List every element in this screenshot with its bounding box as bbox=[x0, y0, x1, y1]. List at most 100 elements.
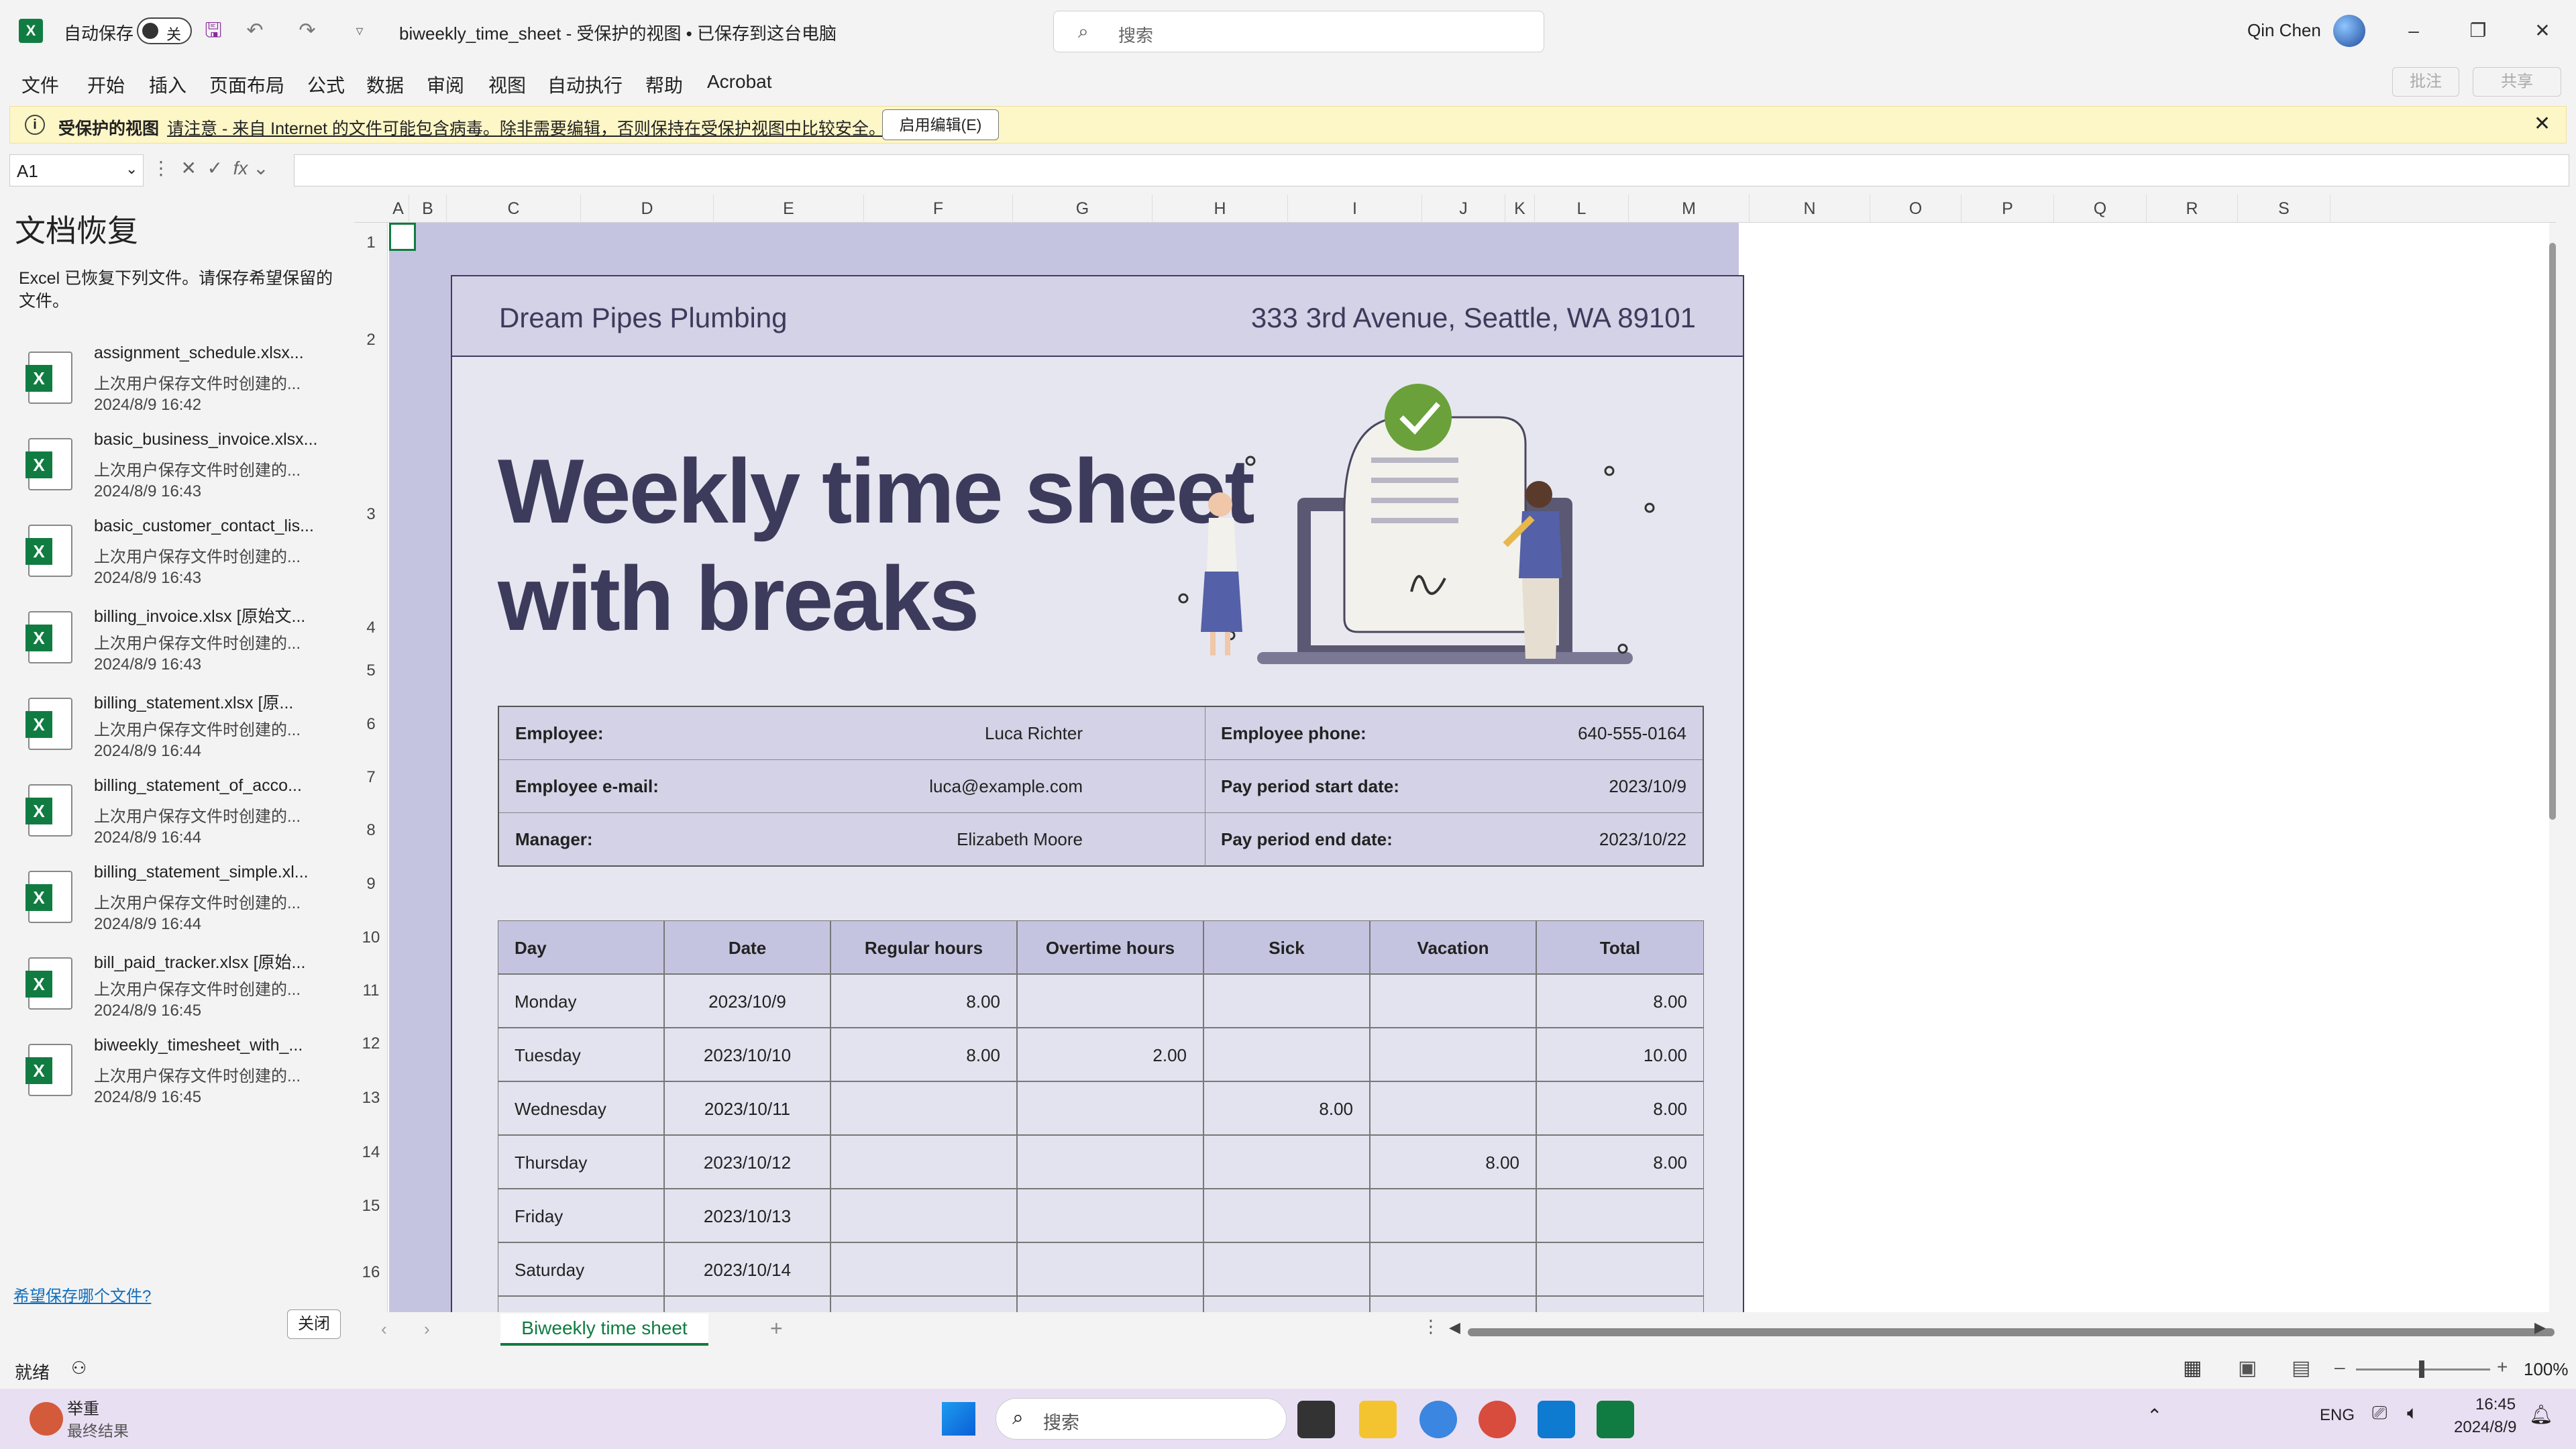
table-cell[interactable]: 2.00 bbox=[1017, 1028, 1203, 1081]
column-header[interactable]: D bbox=[581, 195, 714, 223]
column-header[interactable]: H bbox=[1152, 195, 1288, 223]
autosave-toggle[interactable]: 关 bbox=[137, 17, 192, 44]
table-cell[interactable]: 8.00 bbox=[1536, 974, 1704, 1028]
column-header[interactable]: Q bbox=[2054, 195, 2147, 223]
row-header[interactable]: 1 bbox=[354, 223, 388, 263]
volume-icon[interactable]: 🔈︎ bbox=[2407, 1402, 2418, 1424]
table-cell[interactable] bbox=[1203, 1242, 1370, 1296]
recovery-file-item[interactable]: Xbasic_customer_contact_lis... 上次用户保存文件时创… bbox=[0, 515, 354, 601]
table-cell[interactable] bbox=[1370, 974, 1536, 1028]
table-cell[interactable]: 8.00 bbox=[830, 974, 1017, 1028]
scrollbar-thumb[interactable] bbox=[2549, 243, 2556, 820]
task-view-icon[interactable] bbox=[1297, 1401, 1335, 1438]
chrome-profile-icon[interactable] bbox=[1479, 1401, 1516, 1438]
recovery-file-item[interactable]: Xbill_paid_tracker.xlsx [原始... 上次用户保存文件时创… bbox=[0, 948, 354, 1034]
tab-insert[interactable]: 插入 bbox=[149, 71, 186, 98]
clock-time[interactable]: 16:45 bbox=[2475, 1395, 2516, 1414]
more-options-icon[interactable]: ⋮ bbox=[1422, 1316, 1440, 1337]
row-header[interactable]: 5 bbox=[354, 644, 388, 698]
zoom-slider-handle[interactable] bbox=[2419, 1360, 2424, 1378]
table-cell[interactable]: Thursday bbox=[498, 1135, 664, 1189]
row-header[interactable]: 10 bbox=[354, 911, 388, 965]
close-icon[interactable]: ✕ bbox=[2534, 112, 2551, 136]
scroll-right-icon[interactable]: ▶ bbox=[2534, 1319, 2546, 1336]
enable-editing-button[interactable]: 启用编辑(E) bbox=[882, 109, 999, 140]
tray-overflow-icon[interactable]: ⌃ bbox=[2147, 1405, 2162, 1427]
row-header[interactable]: 15 bbox=[354, 1179, 388, 1233]
table-cell[interactable]: 2023/10/15 bbox=[664, 1296, 830, 1312]
table-cell[interactable]: 2023/10/10 bbox=[664, 1028, 830, 1081]
column-header[interactable]: B bbox=[409, 195, 447, 223]
row-header[interactable]: 2 bbox=[354, 263, 388, 417]
table-cell[interactable]: 8.00 bbox=[1536, 1081, 1704, 1135]
table-cell[interactable] bbox=[1203, 1028, 1370, 1081]
recovery-file-item[interactable]: Xbilling_statement.xlsx [原... 上次用户保存文件时创建… bbox=[0, 688, 354, 774]
start-icon[interactable] bbox=[942, 1402, 975, 1436]
column-header[interactable]: R bbox=[2147, 195, 2238, 223]
table-cell[interactable] bbox=[1203, 1296, 1370, 1312]
info-value[interactable]: 2023/10/9 bbox=[1609, 776, 1686, 797]
recovery-file-item[interactable]: Xbasic_business_invoice.xlsx... 上次用户保存文件时… bbox=[0, 429, 354, 515]
recovery-file-item[interactable]: Xbilling_statement_simple.xl... 上次用户保存文件时… bbox=[0, 861, 354, 947]
file-explorer-icon[interactable] bbox=[1359, 1401, 1397, 1438]
table-cell[interactable] bbox=[830, 1135, 1017, 1189]
tab-review[interactable]: 审阅 bbox=[427, 71, 464, 98]
customize-toolbar-icon[interactable]: ▿ bbox=[346, 17, 373, 44]
scroll-left-icon[interactable]: ◀ bbox=[1449, 1319, 1460, 1336]
row-header[interactable]: 16 bbox=[354, 1233, 388, 1312]
widget-title[interactable]: 举重 bbox=[67, 1395, 99, 1419]
table-cell[interactable] bbox=[1370, 1081, 1536, 1135]
table-cell[interactable] bbox=[1017, 974, 1203, 1028]
table-cell[interactable] bbox=[830, 1081, 1017, 1135]
page-break-view-icon[interactable]: ▤ bbox=[2292, 1356, 2310, 1380]
info-value[interactable]: 640-555-0164 bbox=[1578, 723, 1686, 744]
normal-view-icon[interactable]: ▦ bbox=[2183, 1356, 2202, 1380]
row-header[interactable]: 4 bbox=[354, 612, 388, 644]
comments-button[interactable]: 批注 bbox=[2392, 67, 2459, 97]
zoom-level[interactable]: 100% bbox=[2524, 1359, 2569, 1380]
vscode-icon[interactable] bbox=[1538, 1401, 1575, 1438]
table-cell[interactable] bbox=[1203, 1135, 1370, 1189]
tab-file[interactable]: 文件 bbox=[21, 71, 59, 98]
row-header[interactable]: 11 bbox=[354, 965, 388, 1017]
widget-subtitle[interactable]: 最终结果 bbox=[67, 1418, 129, 1441]
row-header[interactable]: 14 bbox=[354, 1126, 388, 1179]
tab-view[interactable]: 视图 bbox=[488, 71, 526, 98]
user-name[interactable]: Qin Chen bbox=[2247, 20, 2321, 41]
column-header[interactable]: G bbox=[1013, 195, 1152, 223]
row-header[interactable]: 12 bbox=[354, 1017, 388, 1071]
horizontal-scrollbar[interactable] bbox=[1468, 1328, 2555, 1336]
table-cell[interactable]: 2023/10/14 bbox=[664, 1242, 830, 1296]
zoom-out-icon[interactable]: – bbox=[2334, 1356, 2345, 1378]
table-cell[interactable] bbox=[1370, 1189, 1536, 1242]
clock-date[interactable]: 2024/8/9 bbox=[2454, 1418, 2516, 1437]
tab-data[interactable]: 数据 bbox=[366, 71, 404, 98]
table-cell[interactable] bbox=[1017, 1189, 1203, 1242]
table-cell[interactable] bbox=[830, 1189, 1017, 1242]
accessibility-icon[interactable]: ⚇ bbox=[71, 1358, 87, 1379]
table-cell[interactable] bbox=[1017, 1242, 1203, 1296]
vertical-scrollbar[interactable] bbox=[2549, 223, 2556, 1312]
column-header[interactable]: M bbox=[1629, 195, 1750, 223]
chrome-icon[interactable] bbox=[1419, 1401, 1457, 1438]
table-cell[interactable] bbox=[1536, 1242, 1704, 1296]
close-icon[interactable]: ✕ bbox=[2522, 15, 2563, 47]
row-header[interactable]: 13 bbox=[354, 1071, 388, 1126]
table-cell[interactable] bbox=[1536, 1189, 1704, 1242]
spreadsheet-grid[interactable]: ABCDEFGHIJKLMNOPQRS 1 2 3 4 5 6 7 8 9 10 11 12 13 14 1… bbox=[354, 195, 2556, 1312]
notification-bell-icon[interactable]: 🔔︎ bbox=[2529, 1403, 2553, 1426]
row-header[interactable]: 6 bbox=[354, 698, 388, 751]
recovery-file-item[interactable]: Xassignment_schedule.xlsx... 上次用户保存文件时创建的… bbox=[0, 342, 354, 428]
table-cell[interactable]: Tuesday bbox=[498, 1028, 664, 1081]
tab-help[interactable]: 帮助 bbox=[645, 71, 683, 98]
excel-taskbar-icon[interactable] bbox=[1597, 1401, 1634, 1438]
table-cell[interactable]: 8.00 bbox=[1370, 1135, 1536, 1189]
table-cell[interactable]: 2023/10/13 bbox=[664, 1189, 830, 1242]
recovery-file-item[interactable]: Xbilling_invoice.xlsx [原始文... 上次用户保存文件时创建… bbox=[0, 602, 354, 688]
tab-scroll-left-icon[interactable]: ‹ bbox=[381, 1319, 387, 1340]
chevron-down-icon[interactable]: ⌄ bbox=[125, 160, 138, 178]
table-cell[interactable] bbox=[1370, 1242, 1536, 1296]
weather-widget-icon[interactable] bbox=[30, 1402, 63, 1436]
table-cell[interactable]: 8.00 bbox=[1536, 1135, 1704, 1189]
zoom-in-icon[interactable]: + bbox=[2497, 1356, 2508, 1378]
